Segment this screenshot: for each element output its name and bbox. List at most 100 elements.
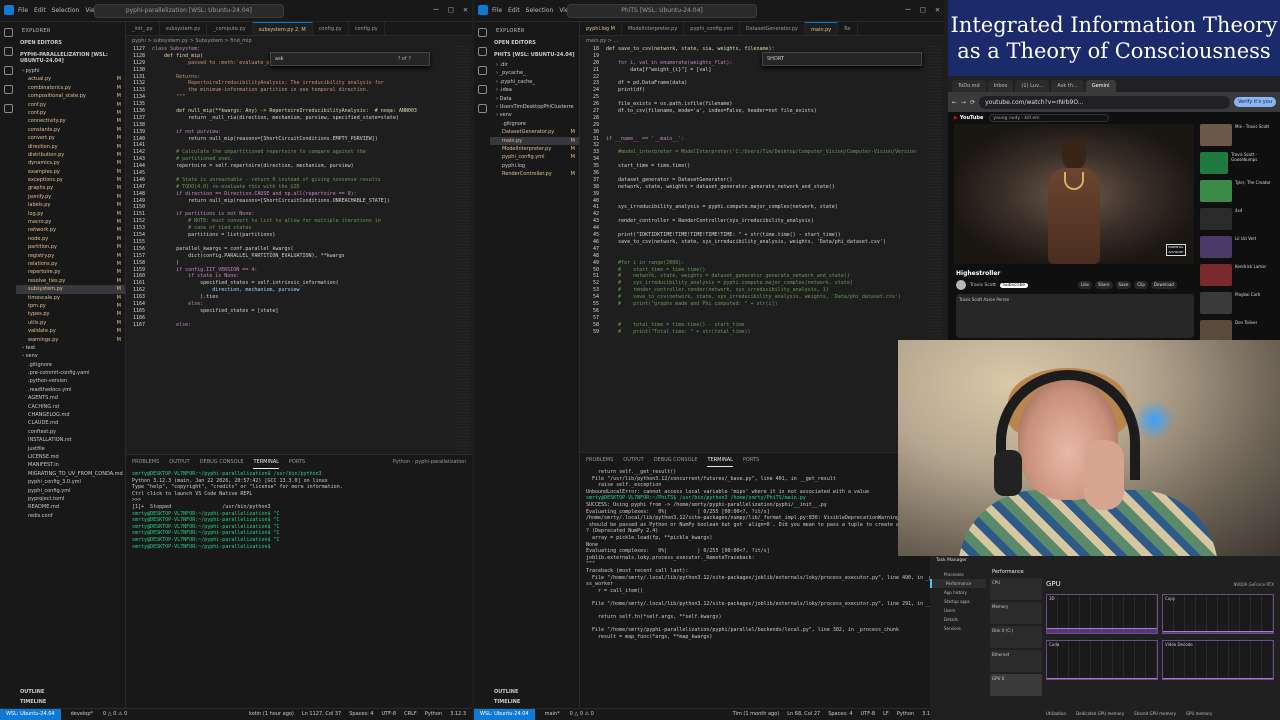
status-item[interactable]: GPU memory xyxy=(1186,711,1212,716)
find-widget[interactable]: ask ? of ? xyxy=(270,52,430,66)
explorer-icon[interactable] xyxy=(3,28,13,37)
open-editors-section[interactable]: OPEN EDITORS xyxy=(16,37,125,49)
recommended-video[interactable]: 4x4 xyxy=(1200,208,1278,233)
recommended-video[interactable]: Don Toliver xyxy=(1200,320,1278,340)
youtube-logo[interactable]: YouTube xyxy=(954,115,984,121)
video-action-share[interactable]: Share xyxy=(1094,281,1113,289)
status-item[interactable]: 3.12.3 xyxy=(450,709,466,720)
file-item[interactable]: graphs.py M xyxy=(16,184,125,192)
source-control-icon[interactable] xyxy=(477,66,487,75)
file-item[interactable]: constants.py M xyxy=(16,126,125,134)
file-item[interactable]: justfile xyxy=(16,445,125,453)
video-action-clip[interactable]: Clip xyxy=(1134,281,1148,289)
nav-services[interactable]: Services xyxy=(930,624,986,633)
file-item[interactable]: jsonify.py M xyxy=(16,193,125,201)
device-item[interactable]: Ethernet xyxy=(990,650,1042,672)
open-editors-section[interactable]: OPEN EDITORS xyxy=(490,37,579,49)
panel-tab-output[interactable]: OUTPUT xyxy=(169,455,189,469)
extensions-icon[interactable] xyxy=(3,104,13,113)
file-item[interactable]: LICENSE.md xyxy=(16,453,125,461)
file-item[interactable]: direction.py M xyxy=(16,143,125,151)
status-item[interactable]: CRLF xyxy=(404,709,417,720)
recommended-video[interactable]: Mix - Travis Scott xyxy=(1200,124,1278,149)
recommended-video[interactable]: Travis Scott - Goosebumps xyxy=(1200,152,1278,177)
file-item[interactable]: .readthedocs.yml xyxy=(16,386,125,394)
video-thumbnail[interactable] xyxy=(1200,180,1232,202)
file-item[interactable]: resolve_ties.py M xyxy=(16,277,125,285)
video-description[interactable]: Travis Scott Aaron Perron xyxy=(956,294,1194,338)
panel-tab-output[interactable]: OUTPUT xyxy=(623,453,643,467)
file-item[interactable]: convert.py M xyxy=(16,134,125,142)
close-icon[interactable]: ✕ xyxy=(935,5,940,14)
close-icon[interactable]: ✕ xyxy=(463,5,468,14)
explorer-icon[interactable] xyxy=(477,28,487,37)
file-item[interactable]: timescale.py M xyxy=(16,294,125,302)
video-action-like[interactable]: Like xyxy=(1078,281,1092,289)
file-item[interactable]: log.py M xyxy=(16,210,125,218)
editor-tab[interactable]: pyphi_config.yml xyxy=(684,22,740,35)
recommended-video[interactable]: Tyler, The Creator xyxy=(1200,180,1278,205)
editor-tab[interactable]: _init_.py xyxy=(126,22,160,35)
browser-tab[interactable]: Inbox xyxy=(987,80,1014,92)
file-item[interactable]: utils.py M xyxy=(16,319,125,327)
minimize-icon[interactable]: ─ xyxy=(434,5,439,14)
file-item[interactable]: CACHING.rst xyxy=(16,403,125,411)
file-item[interactable]: .gitignore xyxy=(16,361,125,369)
terminal[interactable]: smrty@DESKTOP-VL7NFOR:~/pyphi-paralleliz… xyxy=(126,469,472,552)
file-item[interactable]: relations.py M xyxy=(16,260,125,268)
terminal[interactable]: return self.__get_result() File "/usr/li… xyxy=(580,467,944,642)
file-item[interactable]: partition.py M xyxy=(16,243,125,251)
search-icon[interactable] xyxy=(477,47,487,56)
file-item[interactable]: node.py M xyxy=(16,235,125,243)
file-item[interactable]: warnings.py M xyxy=(16,336,125,344)
breadcrumb[interactable]: pyphi > subsystem.py > Subsystem > find_… xyxy=(126,36,472,46)
code-editor[interactable]: 1127 1128 1129 1130 1131 1132 1133 1134 1135 1136… xyxy=(126,46,472,454)
status-item[interactable]: Utilization xyxy=(1046,711,1066,716)
search-icon[interactable] xyxy=(3,47,13,56)
panel-tab-ports[interactable]: PORTS xyxy=(743,453,759,467)
file-item[interactable]: exceptions.py M xyxy=(16,176,125,184)
menu-item-selection[interactable]: Selection xyxy=(526,7,554,14)
recommended-video[interactable]: Kendrick Lamar xyxy=(1200,264,1278,289)
file-item[interactable]: distribution.py M xyxy=(16,151,125,159)
device-item[interactable]: Disk 0 (C:) xyxy=(990,626,1042,648)
video-action-save[interactable]: Save xyxy=(1115,281,1132,289)
video-player[interactable]: PARENTAL ADVISORY xyxy=(954,124,1194,264)
panel-tab-terminal[interactable]: TERMINAL xyxy=(707,453,733,467)
file-item[interactable]: AGENTS.md xyxy=(16,394,125,402)
file-item[interactable]: CLAUDE.md xyxy=(16,419,125,427)
video-thumbnail[interactable] xyxy=(1200,124,1232,146)
video-thumbnail[interactable] xyxy=(1200,320,1232,340)
maximize-icon[interactable]: □ xyxy=(448,5,453,14)
status-item[interactable]: Shared GPU memory xyxy=(1134,711,1176,716)
file-item[interactable]: combinatorics.py M xyxy=(16,84,125,92)
nav-users[interactable]: Users xyxy=(930,606,986,615)
command-center-search[interactable]: pyphi-parallelization [WSL: Ubuntu-24.04… xyxy=(93,4,284,18)
back-icon[interactable]: ← xyxy=(952,99,957,106)
menu-item-selection[interactable]: Selection xyxy=(52,7,80,14)
status-item[interactable]: kotin (1 hour ago) xyxy=(249,709,294,720)
editor-tab[interactable]: _compute.py xyxy=(207,22,253,35)
nav-startup-apps[interactable]: Startup apps xyxy=(930,597,986,606)
file-item[interactable]: labels.py M xyxy=(16,201,125,209)
file-item[interactable]: conftest.py xyxy=(16,428,125,436)
reload-icon[interactable]: ⟳ xyxy=(970,99,975,106)
remote-indicator[interactable]: WSL: Ubuntu-24.04 xyxy=(474,709,535,720)
file-item[interactable]: pyphi.log xyxy=(490,162,579,170)
file-item[interactable]: pyproject.toml xyxy=(16,495,125,503)
menu-item-file[interactable]: File xyxy=(18,7,28,14)
file-item[interactable]: INSTALLATION.rst xyxy=(16,436,125,444)
find-input[interactable]: ask xyxy=(275,56,284,62)
nav-processes[interactable]: Processes xyxy=(930,570,986,579)
editor-tab[interactable]: DatasetGenerator.py xyxy=(740,22,806,35)
video-thumbnail[interactable] xyxy=(1200,292,1232,314)
status-item[interactable]: Dedicated GPU memory xyxy=(1076,711,1124,716)
verify-button[interactable]: Verify it's you xyxy=(1234,97,1276,107)
channel-name[interactable]: Travis Scott xyxy=(970,283,996,288)
nav-performance[interactable]: Performance xyxy=(930,579,986,588)
file-item[interactable]: .pre-commit-config.yaml xyxy=(16,369,125,377)
device-item[interactable]: GPU 0 xyxy=(990,674,1042,696)
file-item[interactable]: CHANGELOG.md xyxy=(16,411,125,419)
command-center-search[interactable]: PhiTS [WSL: Ubuntu-24.04] xyxy=(567,4,757,18)
status-item[interactable]: Ln 1127, Col 37 xyxy=(302,709,341,720)
